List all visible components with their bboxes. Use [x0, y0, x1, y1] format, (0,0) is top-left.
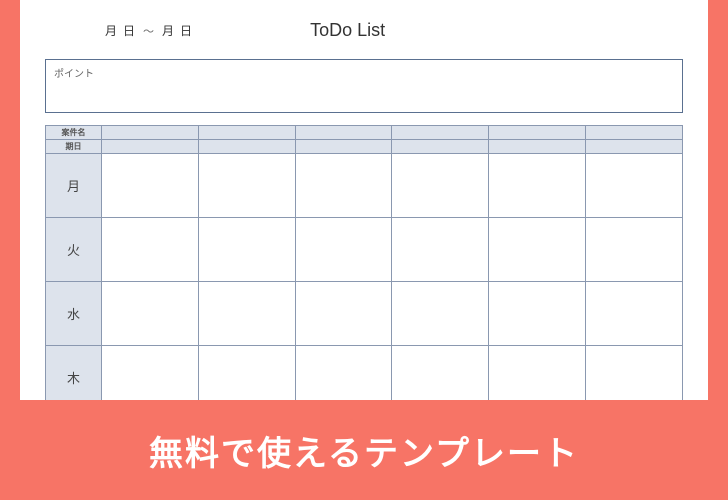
cell [392, 218, 489, 282]
cell [392, 154, 489, 218]
header-col [489, 126, 586, 154]
date-range-row: 月 日 ～ 月 日 ToDo List [45, 20, 683, 41]
header-col [586, 126, 683, 154]
cell [392, 346, 489, 401]
point-label: ポイント [54, 69, 94, 80]
cell [198, 282, 295, 346]
cell [586, 282, 683, 346]
cell [102, 346, 199, 401]
date-start: 月 日 [105, 22, 135, 39]
header-col [392, 126, 489, 154]
cell [489, 218, 586, 282]
cell [586, 346, 683, 401]
cell [102, 154, 199, 218]
cell [102, 218, 199, 282]
cell [586, 218, 683, 282]
table-row: 火 [46, 218, 683, 282]
date-tilde: ～ [143, 23, 154, 39]
cell [489, 282, 586, 346]
cell [198, 346, 295, 401]
cell [295, 218, 392, 282]
day-label-2: 日 [180, 22, 192, 39]
cell [198, 154, 295, 218]
day-header-thu: 木 [46, 346, 102, 401]
cell [295, 154, 392, 218]
header-col [295, 126, 392, 154]
cell [392, 282, 489, 346]
cell [102, 282, 199, 346]
table-header-row: 案件名 期日 [46, 126, 683, 154]
cell [586, 154, 683, 218]
header-deadline-label: 期日 [46, 140, 101, 153]
table-row: 木 [46, 346, 683, 401]
header-col [198, 126, 295, 154]
month-label-1: 月 [105, 22, 117, 39]
day-header-tue: 火 [46, 218, 102, 282]
month-label-2: 月 [162, 22, 174, 39]
date-end: 月 日 [162, 22, 192, 39]
page-title: ToDo List [310, 20, 385, 41]
header-name-label: 案件名 [46, 126, 101, 140]
header-labels-cell: 案件名 期日 [46, 126, 102, 154]
cell [295, 346, 392, 401]
day-header-wed: 水 [46, 282, 102, 346]
banner: 無料で使えるテンプレート [0, 400, 728, 500]
table-row: 月 [46, 154, 683, 218]
day-label-1: 日 [123, 22, 135, 39]
point-box: ポイント [45, 59, 683, 113]
day-header-mon: 月 [46, 154, 102, 218]
table-row: 水 [46, 282, 683, 346]
banner-text: 無料で使えるテンプレート [149, 426, 579, 475]
cell [295, 282, 392, 346]
cell [489, 346, 586, 401]
template-document: 月 日 ～ 月 日 ToDo List ポイント 案件名 期日 [20, 0, 708, 400]
todo-table: 案件名 期日 月 火 [45, 125, 683, 400]
cell [198, 218, 295, 282]
cell [489, 154, 586, 218]
header-col [102, 126, 199, 154]
